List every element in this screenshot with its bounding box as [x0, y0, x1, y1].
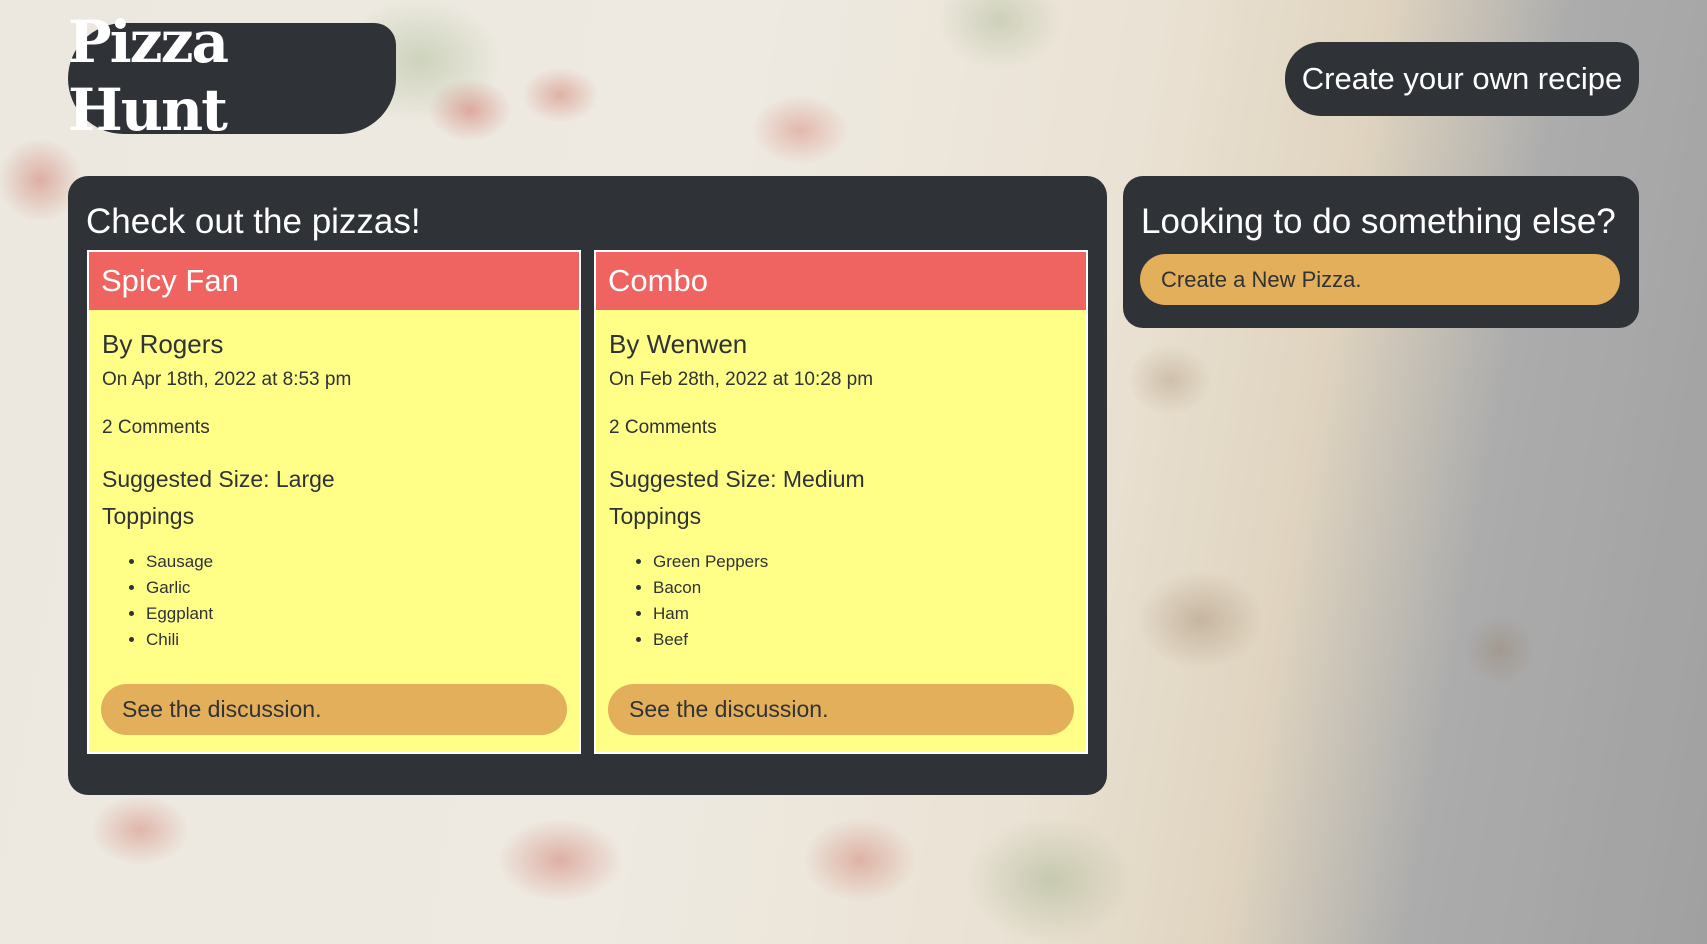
topping-item: Bacon — [653, 575, 1073, 601]
pizza-date: On Feb 28th, 2022 at 10:28 pm — [609, 369, 874, 390]
pizza-size: Suggested Size: Large — [102, 466, 335, 492]
pizza-name: Combo — [596, 252, 1086, 310]
pizza-list-heading: Check out the pizzas! — [86, 202, 421, 241]
topping-item: Green Peppers — [653, 549, 1073, 575]
toppings-label: Toppings — [102, 503, 195, 529]
toppings-list: Green Peppers Bacon Ham Beef — [609, 549, 1073, 653]
topping-item: Chili — [146, 627, 566, 653]
logo-text: Pizza Hunt — [68, 7, 229, 144]
pizza-name: Spicy Fan — [89, 252, 579, 310]
pizza-author: By Rogers — [102, 329, 224, 359]
see-discussion-button[interactable]: See the discussion. — [608, 684, 1074, 735]
pizza-author: By Wenwen — [609, 329, 748, 359]
topping-item: Sausage — [146, 549, 566, 575]
pizza-date: On Apr 18th, 2022 at 8:53 pm — [102, 369, 352, 390]
pizza-card: Combo By Wenwen On Feb 28th, 2022 at 10:… — [594, 250, 1088, 754]
toppings-list: Sausage Garlic Eggplant Chili — [102, 549, 566, 653]
pizza-comment-count: 2 Comments — [102, 417, 210, 438]
pizza-list-panel: Check out the pizzas! Spicy Fan By Roger… — [68, 176, 1107, 795]
pizza-size: Suggested Size: Medium — [609, 466, 865, 492]
create-recipe-button[interactable]: Create your own recipe — [1285, 42, 1639, 116]
topping-item: Garlic — [146, 575, 566, 601]
topping-item: Beef — [653, 627, 1073, 653]
site-logo[interactable]: Pizza Hunt — [68, 8, 396, 144]
pizza-comment-count: 2 Comments — [609, 417, 717, 438]
toppings-label: Toppings — [609, 503, 702, 529]
topping-item: Eggplant — [146, 601, 566, 627]
pizza-card: Spicy Fan By Rogers On Apr 18th, 2022 at… — [87, 250, 581, 754]
create-new-pizza-button[interactable]: Create a New Pizza. — [1140, 254, 1620, 305]
topping-item: Ham — [653, 601, 1073, 627]
see-discussion-button[interactable]: See the discussion. — [101, 684, 567, 735]
side-panel-heading: Looking to do something else? — [1141, 202, 1616, 241]
side-panel: Looking to do something else? Create a N… — [1123, 176, 1639, 328]
